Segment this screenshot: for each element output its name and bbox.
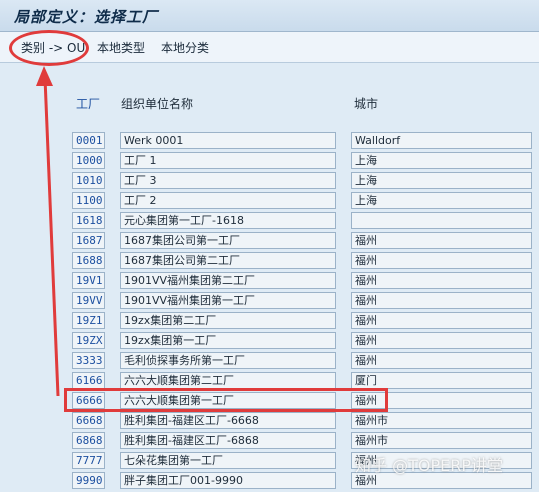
category-ou-button[interactable]: 类别 -> OU — [21, 39, 85, 56]
city-cell: 福州 — [351, 472, 532, 489]
org-name-cell: Werk 0001 — [120, 132, 336, 149]
org-name-cell: 七朵花集团第一工厂 — [120, 452, 336, 469]
org-name-cell: 毛利侦探事务所第一工厂 — [120, 352, 336, 369]
column-header-org-name: 组织单位名称 — [121, 97, 194, 111]
plant-code-cell[interactable]: 7777 — [72, 452, 105, 469]
org-name-cell: 19zx集团第二工厂 — [120, 312, 336, 329]
plant-code-cell[interactable]: 6868 — [72, 432, 105, 449]
plant-code-cell[interactable]: 19Z1 — [72, 312, 105, 329]
table-row[interactable]: 19ZX 19zx集团第一工厂 福州 — [0, 331, 539, 351]
city-cell: 福州 — [351, 352, 532, 369]
table-row[interactable]: 1100 工厂 2 上海 — [0, 191, 539, 211]
org-name-cell: 六六大顺集团第二工厂 — [120, 372, 336, 389]
plant-code-cell[interactable]: 3333 — [72, 352, 105, 369]
city-cell: 福州市 — [351, 412, 532, 429]
table-row[interactable]: 6868 胜利集团-福建区工厂-6868 福州市 — [0, 431, 539, 451]
plant-code-cell[interactable]: 6166 — [72, 372, 105, 389]
local-classification-button[interactable]: 本地分类 — [161, 39, 209, 56]
plant-code-cell[interactable]: 6666 — [72, 392, 105, 409]
column-header-city: 城市 — [354, 97, 379, 111]
plant-code-cell[interactable]: 1688 — [72, 252, 105, 269]
column-header-plant: 工厂 — [76, 97, 101, 111]
plant-code-cell[interactable]: 1000 — [72, 152, 105, 169]
city-cell: 上海 — [351, 172, 532, 189]
city-cell: 福州 — [351, 332, 532, 349]
table-row[interactable]: 6666 六六大顺集团第一工厂 福州 — [0, 391, 539, 411]
table-row[interactable]: 7777 七朵花集团第一工厂 福州 — [0, 451, 539, 471]
org-name-cell: 1687集团公司第二工厂 — [120, 252, 336, 269]
plant-code-cell[interactable]: 0001 — [72, 132, 105, 149]
org-name-cell: 六六大顺集团第一工厂 — [120, 392, 336, 409]
org-name-cell: 元心集团第一工厂-1618 — [120, 212, 336, 229]
table-row[interactable]: 1618 元心集团第一工厂-1618 — [0, 211, 539, 231]
table-row[interactable]: 6166 六六大顺集团第二工厂 厦门 — [0, 371, 539, 391]
plant-code-cell[interactable]: 19VV — [72, 292, 105, 309]
org-name-cell: 胜利集团-福建区工厂-6668 — [120, 412, 336, 429]
table-row[interactable]: 19VV 1901VV福州集团第一工厂 福州 — [0, 291, 539, 311]
org-name-cell: 1687集团公司第一工厂 — [120, 232, 336, 249]
table-row[interactable]: 1000 工厂 1 上海 — [0, 151, 539, 171]
plant-code-cell[interactable]: 1010 — [72, 172, 105, 189]
org-name-cell: 工厂 2 — [120, 192, 336, 209]
plant-code-cell[interactable]: 1100 — [72, 192, 105, 209]
city-cell: 福州 — [351, 392, 532, 409]
city-cell: 福州 — [351, 232, 532, 249]
plant-code-cell[interactable]: 6668 — [72, 412, 105, 429]
org-name-cell: 工厂 1 — [120, 152, 336, 169]
title-bar: 局部定义：选择工厂 — [0, 0, 539, 32]
org-name-cell: 工厂 3 — [120, 172, 336, 189]
plant-code-cell[interactable]: 9990 — [72, 472, 105, 489]
plant-table: 0001 Werk 0001 Walldorf 1000 工厂 1 上海 1010 工厂 3 上… — [0, 131, 539, 491]
org-name-cell: 19zx集团第一工厂 — [120, 332, 336, 349]
city-cell: Walldorf — [351, 132, 532, 149]
plant-code-cell[interactable]: 1618 — [72, 212, 105, 229]
city-cell: 福州 — [351, 292, 532, 309]
toolbar: 类别 -> OU 本地类型 本地分类 — [0, 32, 539, 63]
city-cell — [351, 212, 532, 229]
city-cell: 福州 — [351, 252, 532, 269]
local-type-button[interactable]: 本地类型 — [97, 39, 145, 56]
city-cell: 厦门 — [351, 372, 532, 389]
city-cell: 上海 — [351, 152, 532, 169]
table-row[interactable]: 3333 毛利侦探事务所第一工厂 福州 — [0, 351, 539, 371]
table-row[interactable]: 1010 工厂 3 上海 — [0, 171, 539, 191]
table-row[interactable]: 1688 1687集团公司第二工厂 福州 — [0, 251, 539, 271]
table-row[interactable]: 19Z1 19zx集团第二工厂 福州 — [0, 311, 539, 331]
city-cell: 福州 — [351, 452, 532, 469]
plant-code-cell[interactable]: 19V1 — [72, 272, 105, 289]
plant-code-cell[interactable]: 19ZX — [72, 332, 105, 349]
city-cell: 福州 — [351, 312, 532, 329]
org-name-cell: 胜利集团-福建区工厂-6868 — [120, 432, 336, 449]
org-name-cell: 胖子集团工厂001-9990 — [120, 472, 336, 489]
table-row[interactable]: 6668 胜利集团-福建区工厂-6668 福州市 — [0, 411, 539, 431]
table-row[interactable]: 1687 1687集团公司第一工厂 福州 — [0, 231, 539, 251]
city-cell: 福州市 — [351, 432, 532, 449]
city-cell: 福州 — [351, 272, 532, 289]
city-cell: 上海 — [351, 192, 532, 209]
org-name-cell: 1901VV福州集团第一工厂 — [120, 292, 336, 309]
table-row[interactable]: 19V1 1901VV福州集团第二工厂 福州 — [0, 271, 539, 291]
table-row[interactable]: 0001 Werk 0001 Walldorf — [0, 131, 539, 151]
plant-code-cell[interactable]: 1687 — [72, 232, 105, 249]
org-name-cell: 1901VV福州集团第二工厂 — [120, 272, 336, 289]
page-title: 局部定义：选择工厂 — [14, 8, 159, 26]
table-row[interactable]: 9990 胖子集团工厂001-9990 福州 — [0, 471, 539, 491]
